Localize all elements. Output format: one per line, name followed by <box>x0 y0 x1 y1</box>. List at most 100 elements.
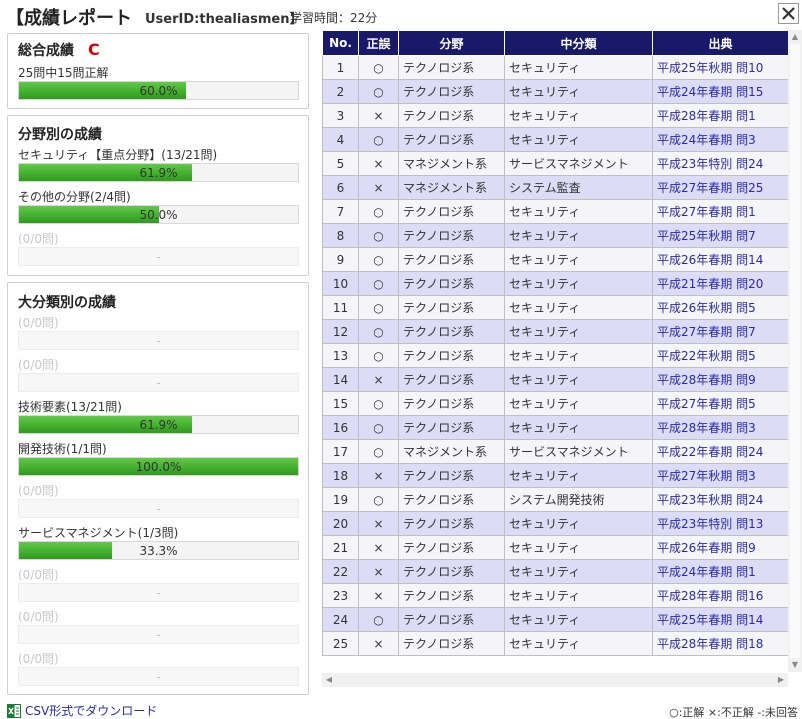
table-row[interactable]: 7 ○ テクノロジ系 セキュリティ 平成27年春期 問1 <box>322 199 788 224</box>
cell-source[interactable]: 平成25年秋期 問10 <box>652 55 788 80</box>
cell-source[interactable]: 平成28年春期 問9 <box>652 367 788 392</box>
category-progress-bar: - <box>18 499 299 518</box>
header-field[interactable]: 分野 <box>398 30 505 56</box>
result-legend: ○:正解 ×:不正解 -:未回答 <box>669 706 798 719</box>
table-row[interactable]: 20 × テクノロジ系 セキュリティ 平成23年特別 問13 <box>322 511 788 536</box>
cell-source[interactable]: 平成22年春期 問24 <box>652 439 788 464</box>
cell-source[interactable]: 平成27年秋期 問3 <box>652 463 788 488</box>
table-row[interactable]: 12 ○ テクノロジ系 セキュリティ 平成27年春期 問7 <box>322 319 788 344</box>
table-row[interactable]: 17 ○ マネジメント系 サービスマネジメント 平成22年春期 問24 <box>322 439 788 464</box>
table-row[interactable]: 3 × テクノロジ系 セキュリティ 平成28年春期 問1 <box>322 103 788 128</box>
scroll-thumb[interactable] <box>790 44 800 658</box>
cell-subcategory: セキュリティ <box>504 55 653 80</box>
horizontal-scrollbar[interactable]: ◀ ▶ <box>322 673 788 687</box>
cell-source[interactable]: 平成23年秋期 問24 <box>652 487 788 512</box>
table-row[interactable]: 16 ○ テクノロジ系 セキュリティ 平成28年春期 問3 <box>322 415 788 440</box>
cell-source[interactable]: 平成23年特別 問13 <box>652 511 788 536</box>
cell-subcategory: セキュリティ <box>504 583 653 608</box>
scroll-right-icon[interactable]: ▶ <box>774 673 788 687</box>
csv-download-link[interactable]: CSV形式でダウンロード <box>7 702 157 719</box>
category-item-label: サービスマネジメント(1/3問) <box>18 526 179 540</box>
category-item-label: (0/0問) <box>18 358 59 372</box>
header-result[interactable]: 正誤 <box>358 30 399 56</box>
cell-subcategory: セキュリティ <box>504 391 653 416</box>
cell-source[interactable]: 平成24年春期 問15 <box>652 79 788 104</box>
table-row[interactable]: 6 × マネジメント系 システム監査 平成27年春期 問25 <box>322 175 788 200</box>
cell-source[interactable]: 平成25年秋期 問7 <box>652 223 788 248</box>
cell-result: ○ <box>358 223 399 248</box>
table-row[interactable]: 19 ○ テクノロジ系 システム開発技術 平成23年秋期 問24 <box>322 487 788 512</box>
table-row[interactable]: 18 × テクノロジ系 セキュリティ 平成27年秋期 問3 <box>322 463 788 488</box>
table-row[interactable]: 21 × テクノロジ系 セキュリティ 平成26年春期 問9 <box>322 535 788 560</box>
cell-result: × <box>358 175 399 200</box>
table-row[interactable]: 25 × テクノロジ系 セキュリティ 平成28年春期 問18 <box>322 631 788 656</box>
vertical-scrollbar[interactable]: ▲ ▼ <box>788 30 802 672</box>
category-item-label: 技術要素(13/21問) <box>18 400 122 414</box>
scroll-down-icon[interactable]: ▼ <box>788 658 802 672</box>
cell-no: 9 <box>322 247 359 272</box>
cell-no: 18 <box>322 463 359 488</box>
table-row[interactable]: 22 × テクノロジ系 セキュリティ 平成24年春期 問1 <box>322 559 788 584</box>
cell-field: テクノロジ系 <box>398 199 505 224</box>
cell-result: ○ <box>358 607 399 632</box>
scroll-left-icon[interactable]: ◀ <box>322 673 336 687</box>
table-row[interactable]: 24 ○ テクノロジ系 セキュリティ 平成25年春期 問14 <box>322 607 788 632</box>
category-item-label: (0/0問) <box>18 652 59 666</box>
overall-panel: 総合成績 C 25問中15問正解 60.0% <box>7 33 309 109</box>
close-icon <box>782 7 795 20</box>
grade-badge: C <box>88 40 100 59</box>
cell-source[interactable]: 平成23年特別 問24 <box>652 151 788 176</box>
table-row[interactable]: 15 ○ テクノロジ系 セキュリティ 平成27年春期 問5 <box>322 391 788 416</box>
header-subcategory[interactable]: 中分類 <box>504 30 653 56</box>
table-row[interactable]: 5 × マネジメント系 サービスマネジメント 平成23年特別 問24 <box>322 151 788 176</box>
table-row[interactable]: 23 × テクノロジ系 セキュリティ 平成28年春期 問16 <box>322 583 788 608</box>
cell-source[interactable]: 平成26年春期 問9 <box>652 535 788 560</box>
header-no[interactable]: No. <box>322 30 359 56</box>
category-progress-bar: - <box>18 331 299 350</box>
table-row[interactable]: 1 ○ テクノロジ系 セキュリティ 平成25年秋期 問10 <box>322 55 788 80</box>
cell-field: テクノロジ系 <box>398 559 505 584</box>
progress-text: 50.0% <box>139 208 178 222</box>
header-source[interactable]: 出典 <box>652 30 788 56</box>
table-row[interactable]: 9 ○ テクノロジ系 セキュリティ 平成26年春期 問14 <box>322 247 788 272</box>
cell-source[interactable]: 平成27年春期 問1 <box>652 199 788 224</box>
scroll-up-icon[interactable]: ▲ <box>788 30 802 44</box>
cell-source[interactable]: 平成28年春期 問1 <box>652 103 788 128</box>
cell-source[interactable]: 平成27年春期 問25 <box>652 175 788 200</box>
cell-source[interactable]: 平成28年春期 問3 <box>652 415 788 440</box>
cell-result: × <box>358 583 399 608</box>
cell-source[interactable]: 平成27年春期 問5 <box>652 391 788 416</box>
cell-source[interactable]: 平成22年秋期 問5 <box>652 343 788 368</box>
cell-source[interactable]: 平成21年春期 問20 <box>652 271 788 296</box>
table-row[interactable]: 13 ○ テクノロジ系 セキュリティ 平成22年秋期 問5 <box>322 343 788 368</box>
progress-text: - <box>156 376 161 390</box>
cell-source[interactable]: 平成28年春期 問18 <box>652 631 788 656</box>
cell-subcategory: セキュリティ <box>504 199 653 224</box>
cell-field: テクノロジ系 <box>398 127 505 152</box>
cell-source[interactable]: 平成24年春期 問1 <box>652 559 788 584</box>
table-row[interactable]: 10 ○ テクノロジ系 セキュリティ 平成21年春期 問20 <box>322 271 788 296</box>
table-row[interactable]: 14 × テクノロジ系 セキュリティ 平成28年春期 問9 <box>322 367 788 392</box>
cell-source[interactable]: 平成24年春期 問3 <box>652 127 788 152</box>
category-progress-bar: 33.3% <box>18 541 299 560</box>
cell-subcategory: セキュリティ <box>504 343 653 368</box>
cell-source[interactable]: 平成28年春期 問16 <box>652 583 788 608</box>
cell-result: ○ <box>358 319 399 344</box>
cell-source[interactable]: 平成27年春期 問7 <box>652 319 788 344</box>
table-row[interactable]: 11 ○ テクノロジ系 セキュリティ 平成26年秋期 問5 <box>322 295 788 320</box>
category-title: 大分類別の成績 <box>18 295 116 311</box>
results-table-container: No. 正誤 分野 中分類 出典 1 ○ テクノロジ系 セキュリティ 平成25年秋期 問… <box>322 30 788 656</box>
csv-link-text[interactable]: CSV形式でダウンロード <box>25 702 157 719</box>
cell-source[interactable]: 平成25年春期 問14 <box>652 607 788 632</box>
overall-title: 総合成績 C <box>18 40 100 59</box>
cell-source[interactable]: 平成26年秋期 問5 <box>652 295 788 320</box>
cell-field: テクノロジ系 <box>398 535 505 560</box>
table-row[interactable]: 8 ○ テクノロジ系 セキュリティ 平成25年秋期 問7 <box>322 223 788 248</box>
table-row[interactable]: 4 ○ テクノロジ系 セキュリティ 平成24年春期 問3 <box>322 127 788 152</box>
category-progress-bar: - <box>18 373 299 392</box>
close-button[interactable] <box>778 3 799 24</box>
table-row[interactable]: 2 ○ テクノロジ系 セキュリティ 平成24年春期 問15 <box>322 79 788 104</box>
cell-source[interactable]: 平成26年春期 問14 <box>652 247 788 272</box>
cell-no: 19 <box>322 487 359 512</box>
category-progress-bar: 61.9% <box>18 415 299 434</box>
